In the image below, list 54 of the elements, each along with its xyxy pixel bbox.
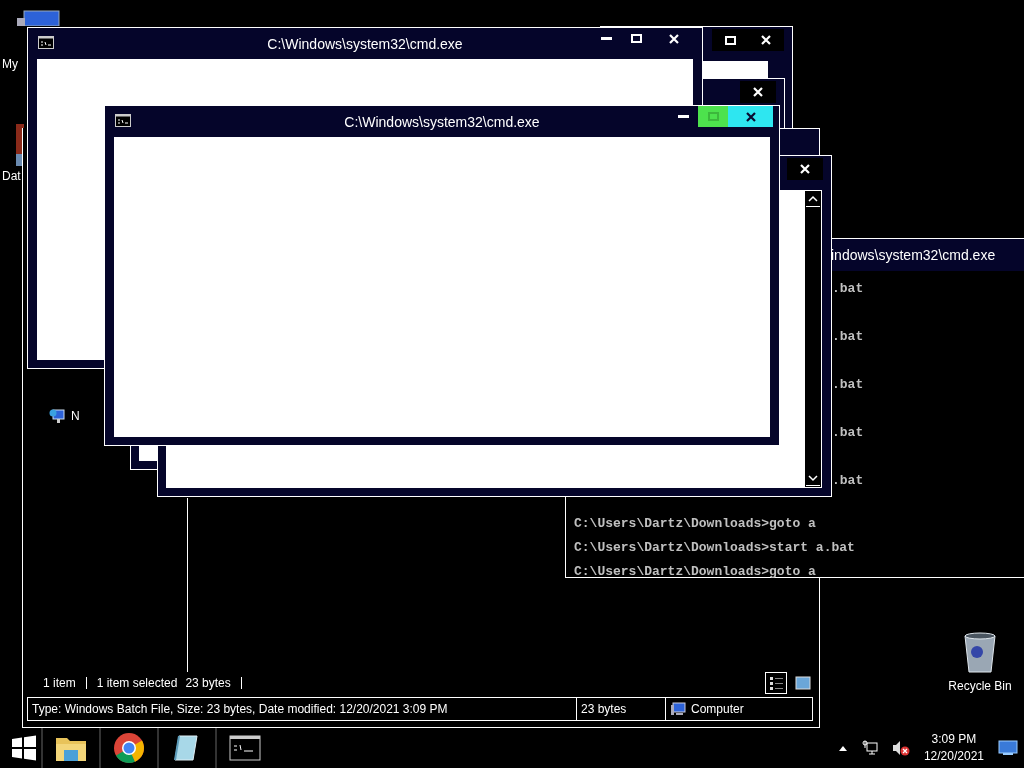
- computer-icon: [670, 702, 686, 716]
- item-count: 1 item: [43, 676, 76, 690]
- close-button[interactable]: [728, 106, 773, 127]
- close-icon: [761, 35, 771, 45]
- console-line: .bat: [832, 376, 864, 394]
- console-line: .bat: [832, 472, 864, 490]
- console-line: .bat: [832, 424, 864, 442]
- selection-count: 1 item selected: [96, 676, 178, 690]
- maximize-icon: [724, 35, 736, 45]
- file-size-text: 23 bytes: [577, 698, 666, 720]
- chrome-icon[interactable]: [113, 732, 145, 764]
- maximize-icon: [630, 34, 642, 43]
- minimize-icon: [677, 115, 689, 118]
- scrollbar[interactable]: [804, 190, 822, 488]
- console-line: .bat: [832, 280, 864, 298]
- close-button[interactable]: [787, 158, 823, 180]
- clock[interactable]: 3:09 PM 12/20/2021: [923, 731, 984, 765]
- computer-icon[interactable]: [16, 10, 60, 26]
- close-icon: [800, 164, 810, 174]
- maximize-button[interactable]: [712, 29, 748, 51]
- show-desktop-icon[interactable]: [998, 740, 1018, 756]
- file-details-text: Type: Windows Batch File, Size: 23 bytes, Date modified: 12/20/2021 3:09 PM: [28, 698, 577, 720]
- details-view-icon[interactable]: [765, 672, 787, 694]
- console-line: .bat: [832, 328, 864, 346]
- close-icon: [668, 33, 679, 44]
- close-icon: [753, 87, 763, 97]
- console-line: C:\Users\Dartz\Downloads>start a.bat: [574, 539, 856, 557]
- console-icon: [115, 114, 131, 127]
- window-title: indows\system32\cmd.exe: [831, 247, 996, 263]
- console-line: C:\Users\Dartz\Downloads>goto a: [574, 515, 817, 533]
- clock-date: 12/20/2021: [923, 748, 984, 765]
- console-icon: [38, 36, 54, 49]
- window-title: C:\Windows\system32\cmd.exe: [344, 113, 540, 130]
- desktop-icon-label[interactable]: My: [2, 57, 18, 71]
- maximize-icon: [707, 112, 719, 121]
- network-icon[interactable]: [49, 408, 65, 424]
- start-icon[interactable]: [11, 735, 37, 761]
- speaker-muted-icon[interactable]: [891, 740, 910, 756]
- selection-size: 23 bytes: [185, 676, 231, 690]
- window-title: C:\Windows\system32\cmd.exe: [267, 35, 463, 52]
- close-icon: [745, 111, 756, 122]
- console-icon[interactable]: [229, 735, 261, 761]
- show-hidden-icons-icon[interactable]: [837, 744, 848, 752]
- desktop-icon-label[interactable]: Recycle Bin: [948, 679, 1012, 693]
- preview-view-icon[interactable]: [795, 676, 811, 690]
- desktop-icon-label[interactable]: Dat: [2, 169, 21, 183]
- close-button[interactable]: [740, 81, 776, 103]
- clock-time: 3:09 PM: [931, 731, 977, 748]
- network-icon[interactable]: [861, 740, 878, 756]
- minimize-icon: [600, 37, 612, 40]
- nav-item-label[interactable]: N: [71, 409, 80, 423]
- location-text: Computer: [691, 702, 744, 716]
- close-button[interactable]: [748, 29, 784, 51]
- console-line: C:\Users\Dartz\Downloads>goto a: [574, 563, 817, 581]
